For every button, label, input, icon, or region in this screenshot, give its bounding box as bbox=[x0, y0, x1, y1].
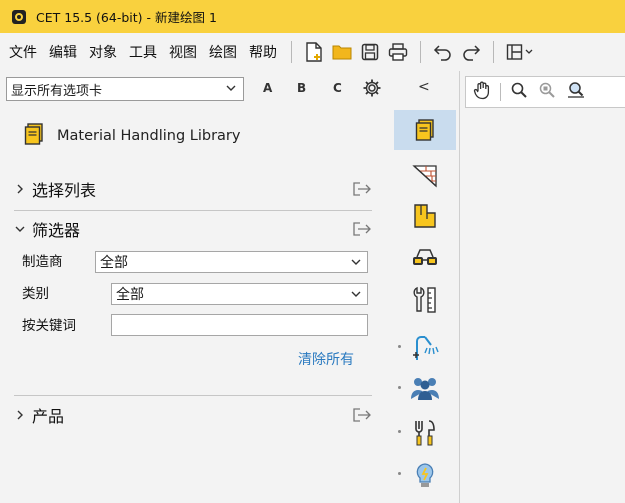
zoom-icon[interactable] bbox=[510, 81, 528, 103]
window-title: CET 15.5 (64-bit) - 新建绘图 1 bbox=[36, 10, 217, 25]
library-panel: Material Handling Library 选择列表 筛选器 制造商 全… bbox=[0, 108, 390, 503]
panel-divider[interactable] bbox=[459, 71, 460, 503]
wrench-ruler-icon bbox=[413, 286, 436, 313]
tab-letter-b[interactable]: B bbox=[297, 81, 306, 95]
collapse-panel-button[interactable]: < bbox=[418, 79, 434, 97]
separator-dot bbox=[398, 430, 401, 433]
material-handling-library-tab[interactable] bbox=[394, 110, 456, 150]
toolbar-divider bbox=[493, 41, 494, 63]
wall-tool-tab[interactable] bbox=[394, 156, 456, 196]
brick-wall-icon bbox=[412, 165, 437, 188]
chevron-right-icon bbox=[17, 184, 23, 194]
undock-arrow-icon[interactable] bbox=[352, 182, 372, 200]
layout-icon[interactable] bbox=[505, 41, 537, 63]
library-tool-strip bbox=[392, 108, 458, 503]
manufacturer-select[interactable]: 全部 bbox=[95, 251, 368, 273]
section-divider bbox=[14, 210, 372, 211]
toolbar-divider bbox=[420, 41, 421, 63]
chevron-down-icon bbox=[15, 226, 25, 232]
redo-icon[interactable] bbox=[460, 41, 482, 63]
pan-hand-icon[interactable] bbox=[472, 80, 492, 104]
floor-plan-tab[interactable] bbox=[394, 196, 456, 236]
library-header: Material Handling Library bbox=[0, 108, 390, 164]
undo-icon[interactable] bbox=[432, 41, 454, 63]
library-book-icon bbox=[415, 119, 434, 141]
tab-filter-value: 显示所有选项卡 bbox=[11, 83, 103, 99]
separator-dot bbox=[398, 386, 401, 389]
menu-help[interactable]: 帮助 bbox=[243, 42, 283, 62]
manufacturer-value: 全部 bbox=[100, 255, 128, 271]
toolbar-divider bbox=[291, 41, 292, 63]
floor-plan-icon bbox=[414, 204, 436, 228]
undock-arrow-icon[interactable] bbox=[352, 408, 372, 426]
clear-all-link[interactable]: 清除所有 bbox=[298, 349, 354, 369]
tab-letter-a[interactable]: A bbox=[263, 81, 272, 95]
menu-tools[interactable]: 工具 bbox=[123, 42, 163, 62]
menu-draw[interactable]: 绘图 bbox=[203, 42, 243, 62]
view-glasses-tab[interactable] bbox=[394, 238, 456, 278]
menu-bar: 文件 编辑 对象 工具 视图 绘图 帮助 bbox=[0, 33, 625, 71]
section-filter[interactable]: 筛选器 bbox=[14, 212, 372, 246]
chevron-down-icon bbox=[350, 256, 362, 272]
tab-letter-c[interactable]: C bbox=[333, 81, 342, 95]
print-icon[interactable] bbox=[387, 41, 409, 63]
tab-filter-dropdown[interactable]: 显示所有选项卡 bbox=[6, 77, 244, 101]
new-file-icon[interactable] bbox=[303, 41, 325, 63]
plumbing-tab[interactable] bbox=[394, 328, 456, 368]
library-book-icon bbox=[24, 123, 44, 149]
category-value: 全部 bbox=[116, 287, 144, 303]
light-bulb-icon bbox=[416, 463, 434, 487]
menu-edit[interactable]: 编辑 bbox=[43, 42, 83, 62]
section-divider bbox=[14, 395, 372, 396]
section-products[interactable]: 产品 bbox=[14, 398, 372, 432]
separator-dot bbox=[398, 472, 401, 475]
people-tab[interactable] bbox=[394, 368, 456, 408]
kitchen-utensils-icon bbox=[415, 420, 435, 446]
menu-view[interactable]: 视图 bbox=[163, 42, 203, 62]
library-title: Material Handling Library bbox=[57, 128, 241, 144]
app-logo-icon bbox=[12, 9, 26, 24]
save-icon[interactable] bbox=[359, 41, 381, 63]
section-products-label: 产品 bbox=[32, 407, 65, 426]
view-toolbar bbox=[465, 76, 625, 108]
shower-icon bbox=[413, 336, 439, 360]
section-select-list-label: 选择列表 bbox=[32, 181, 97, 200]
kitchen-tab[interactable] bbox=[394, 413, 456, 453]
keyword-input[interactable] bbox=[111, 314, 368, 336]
keyword-label: 按关键词 bbox=[22, 318, 76, 334]
title-bar: CET 15.5 (64-bit) - 新建绘图 1 bbox=[0, 0, 625, 33]
tools-ruler-tab[interactable] bbox=[394, 280, 456, 320]
separator-dot bbox=[398, 345, 401, 348]
zoom-selection-icon[interactable] bbox=[538, 81, 556, 103]
section-filter-label: 筛选器 bbox=[32, 221, 81, 240]
category-label: 类别 bbox=[22, 286, 49, 302]
menu-file[interactable]: 文件 bbox=[0, 42, 43, 62]
people-group-icon bbox=[411, 378, 439, 400]
chevron-down-icon bbox=[350, 288, 362, 304]
electrical-tab[interactable] bbox=[394, 456, 456, 496]
manufacturer-label: 制造商 bbox=[22, 254, 63, 270]
glasses-icon bbox=[413, 249, 437, 265]
chevron-right-icon bbox=[17, 410, 23, 420]
section-select-list[interactable]: 选择列表 bbox=[14, 172, 372, 206]
chevron-down-icon bbox=[225, 82, 237, 98]
open-folder-icon[interactable] bbox=[331, 41, 353, 63]
menu-object[interactable]: 对象 bbox=[83, 42, 123, 62]
view-divider bbox=[500, 83, 501, 101]
category-select[interactable]: 全部 bbox=[111, 283, 368, 305]
undock-arrow-icon[interactable] bbox=[352, 222, 372, 240]
gear-icon[interactable] bbox=[362, 78, 382, 102]
zoom-extents-icon[interactable] bbox=[566, 81, 586, 103]
